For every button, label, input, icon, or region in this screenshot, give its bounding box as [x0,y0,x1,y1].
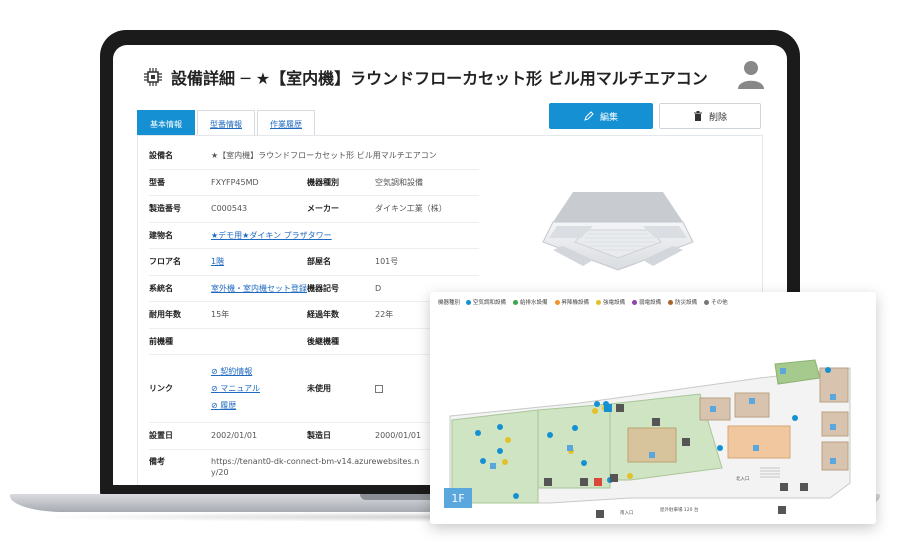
legend-lowvoltage-label: 弱電設備 [639,300,662,306]
legend-item-fire[interactable]: 防災設備 [668,298,697,306]
install-date-value: 2002/01/01 [211,431,258,441]
service-life-label: 耐用年数 [149,310,181,320]
floor-badge[interactable]: 1F [444,488,472,508]
floor-label: フロア名 [149,257,181,267]
floor-map-card: 機器種別 空気調和設備 給排水設備 昇降機設備 強電設備 弱電設備 防災設備 そ… [430,292,876,524]
link-list: ⊘ 契約情報 ⊘ マニュアル ⊘ 履歴 [211,366,307,411]
predecessor-label: 前機種 [149,336,173,346]
legend-item-other[interactable]: その他 [704,298,728,306]
room-2 [734,392,770,418]
page-title: 設備詳細 ─ ★【室内機】ラウンドフローカセット形 ビル用マルチエアコン [171,69,708,88]
manufacture-date-value: 2000/01/01 [375,431,422,441]
install-date-label: 設置日 [149,431,173,441]
air-conditioner-image [542,192,694,271]
legend-item-power[interactable]: 強電設備 [596,298,625,306]
elapsed-label: 経過年数 [307,310,339,320]
legend-item-hvac[interactable]: 空気調和設備 [466,298,506,306]
manufacture-date-label: 製造日 [307,431,331,441]
chip-icon [144,68,162,86]
fire-dot-icon [668,299,674,305]
device-code-value: D [375,283,382,293]
room-orange [727,425,791,459]
legend-item-lowvoltage[interactable]: 弱電設備 [632,298,661,306]
row-building: 建物名 ★デモ用★ダイキン プラザタワー [149,223,479,249]
row-serial: 製造番号 C000543 メーカー ダイキン工業（株） [149,196,479,223]
legend-hvac-label: 空気調和設備 [473,300,507,306]
tab-model-info[interactable]: 型番情報 [197,110,255,138]
zone-b [537,403,611,489]
other-dot-icon [704,299,710,305]
title-row: 設備詳細 ─ ★【室内機】ラウンドフローカセット形 ビル用マルチエアコン [143,65,708,89]
edit-button[interactable]: 編集 [549,103,653,129]
link-manual[interactable]: ⊘ マニュアル [211,383,307,394]
system-link[interactable]: 室外機・室内機セット登録 [211,283,307,294]
user-avatar-icon[interactable] [737,59,765,89]
legend-title: 機器種別 [438,300,461,306]
link-contract[interactable]: ⊘ 契約情報 [211,366,307,377]
maker-value: ダイキン工業（株） [375,204,447,214]
equipment-type-value: 空気調和設備 [375,177,423,187]
plumbing-dot-icon [513,299,519,305]
legend-power-label: 強電設備 [603,300,626,306]
row-equipment-name: 設備名 ★【室内機】ラウンドフローカセット形 ビル用マルチエアコン [149,143,479,170]
accessible-icon [604,404,612,412]
serial-value: C000543 [211,204,248,214]
legend-elevator-label: 昇降機設備 [561,300,590,306]
trash-icon [693,111,702,121]
row-model: 型番 FXYFP45MD 機器種別 空気調和設備 [149,170,479,196]
legend-other-label: その他 [711,300,728,306]
links-label: リンク [149,384,173,393]
link-history[interactable]: ⊘ 履歴 [211,400,307,411]
system-label: 系統名 [149,283,173,293]
building-label: 建物名 [149,230,173,240]
device-code-label: 機器記号 [307,283,339,293]
equipment-name-label: 設備名 [149,151,173,161]
unused-label: 未使用 [307,384,331,393]
successor-label: 後継機種 [307,336,339,346]
power-dot-icon [596,299,602,305]
model-value: FXYFP45MD [211,177,259,187]
serial-label: 製造番号 [149,204,181,214]
elevator-dot-icon [554,299,560,305]
tab-basic-info[interactable]: 基本情報 [137,110,195,138]
lowvoltage-dot-icon [632,299,638,305]
legend-item-elevator[interactable]: 昇降機設備 [554,298,590,306]
service-life-value: 15年 [211,310,230,320]
delete-button-label: 削除 [708,112,727,123]
detail-tabs: 基本情報 型番情報 作業履歴 [137,110,317,138]
room-label: 部屋名 [307,257,331,267]
unused-checkbox[interactable] [375,384,383,393]
equipment-name-value: ★【室内機】ラウンドフローカセット形 ビル用マルチエアコン [211,151,437,161]
room-value: 101号 [375,257,399,267]
entrance-label: 南入口 [620,509,634,516]
delete-button[interactable]: 削除 [659,103,761,129]
room-5 [821,441,849,471]
edit-button-label: 編集 [599,112,618,123]
maker-label: メーカー [307,204,339,214]
legend-fire-label: 防災設備 [675,300,698,306]
row-floor: フロア名 1階 部屋名 101号 [149,249,479,276]
elapsed-value: 22年 [375,310,394,320]
fire-extinguisher-icon [594,478,602,486]
link-history-label: 履歴 [220,401,237,410]
building-link[interactable]: ★デモ用★ダイキン プラザタワー [211,230,479,241]
hvac-dot-icon [466,299,472,305]
map-legend: 機器種別 空気調和設備 給排水設備 昇降機設備 強電設備 弱電設備 防災設備 そ… [438,298,735,306]
parking-label: 屋外駐車場 120 台 [660,506,699,513]
link-contract-label: 契約情報 [220,367,253,376]
legend-item-plumbing[interactable]: 給排水設備 [513,298,548,306]
floor-link[interactable]: 1階 [211,256,307,267]
link-manual-label: マニュアル [220,384,261,393]
north-entrance-label: 北入口 [736,475,750,482]
pencil-icon [584,111,594,121]
model-label: 型番 [149,177,165,187]
floor-plan[interactable]: 南入口 屋外駐車場 120 台 北入口 [430,308,876,522]
legend-plumbing-label: 給排水設備 [520,300,548,306]
notes-label: 備考 [149,456,165,466]
equipment-type-label: 機器種別 [307,177,339,187]
tab-work-history[interactable]: 作業履歴 [257,110,315,138]
